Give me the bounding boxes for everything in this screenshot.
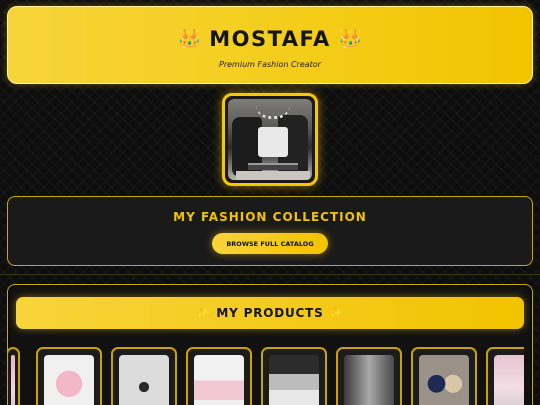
avatar-photo	[228, 99, 312, 180]
product-card[interactable]	[186, 347, 252, 405]
product-thumbnail	[344, 355, 394, 405]
browse-catalog-button[interactable]: BROWSE FULL CATALOG	[212, 233, 328, 254]
product-thumbnail	[119, 355, 169, 405]
product-card[interactable]	[411, 347, 477, 405]
product-thumbnail	[269, 355, 319, 405]
product-card[interactable]	[336, 347, 402, 405]
collection-heading: MY FASHION COLLECTION	[173, 210, 367, 224]
crown-icon: 👑	[177, 27, 202, 50]
product-thumbnail	[44, 355, 94, 405]
product-carousel[interactable]	[8, 347, 524, 405]
product-card[interactable]	[486, 347, 524, 405]
product-thumbnail	[419, 355, 469, 405]
product-card[interactable]	[261, 347, 327, 405]
product-card[interactable]	[8, 347, 20, 405]
avatar[interactable]	[222, 93, 318, 186]
product-card[interactable]	[36, 347, 102, 405]
browse-button-label: BROWSE FULL CATALOG	[226, 239, 314, 248]
products-panel: ✨ MY PRODUCTS ✨	[7, 284, 533, 405]
collection-panel: MY FASHION COLLECTION BROWSE FULL CATALO…	[7, 196, 533, 266]
products-heading: MY PRODUCTS	[216, 306, 324, 320]
products-header: ✨ MY PRODUCTS ✨	[16, 297, 524, 329]
crown-icon: 👑	[338, 27, 363, 50]
product-thumbnail	[194, 355, 244, 405]
product-thumbnail	[11, 355, 15, 405]
creator-tagline: Premium Fashion Creator	[219, 60, 321, 69]
creator-name: MOSTAFA	[209, 27, 331, 51]
sparkle-icon: ✨	[329, 306, 344, 320]
sparkle-icon: ✨	[196, 306, 211, 320]
profile-header: 👑 MOSTAFA 👑 Premium Fashion Creator	[7, 6, 533, 84]
section-divider	[0, 274, 540, 275]
product-thumbnail	[494, 355, 524, 405]
product-card[interactable]	[111, 347, 177, 405]
